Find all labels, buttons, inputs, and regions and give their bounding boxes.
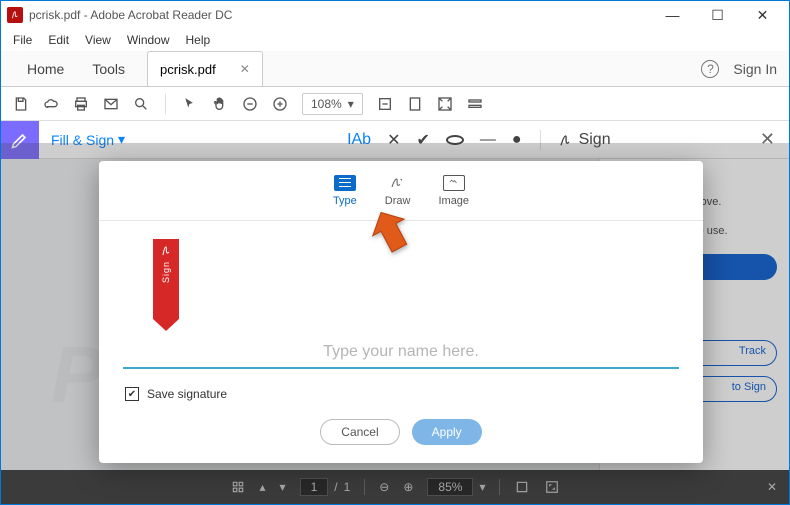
apply-button[interactable]: Apply <box>412 419 482 445</box>
menu-edit[interactable]: Edit <box>42 31 75 49</box>
sign-here-label: Sign <box>161 261 171 283</box>
tab-bar: Home Tools pcrisk.pdf ✕ ? Sign In <box>1 51 789 87</box>
close-button[interactable]: ✕ <box>740 1 785 29</box>
tab-draw-label: Draw <box>385 195 411 207</box>
keyboard-icon <box>334 175 356 191</box>
menu-help[interactable]: Help <box>180 31 217 49</box>
tab-type[interactable]: Type <box>333 175 357 207</box>
tab-draw[interactable]: Draw <box>385 175 411 207</box>
save-signature-label: Save signature <box>147 387 227 401</box>
help-icon[interactable]: ? <box>701 60 719 78</box>
menu-window[interactable]: Window <box>121 31 176 49</box>
main-toolbar: 108% ▾ <box>1 87 789 121</box>
draw-icon <box>387 175 409 191</box>
app-window: pcrisk.pdf - Adobe Acrobat Reader DC — ☐… <box>0 0 790 505</box>
mail-icon[interactable] <box>103 96 119 112</box>
chevron-down-icon: ▾ <box>348 97 354 111</box>
document-tab[interactable]: pcrisk.pdf ✕ <box>147 51 263 86</box>
sign-here-flag: Sign <box>153 239 179 319</box>
acrobat-icon <box>7 7 23 23</box>
image-icon <box>443 175 465 191</box>
zoom-select[interactable]: 108% ▾ <box>302 93 363 115</box>
nav-tools[interactable]: Tools <box>78 61 139 77</box>
window-title: pcrisk.pdf - Adobe Acrobat Reader DC <box>29 8 232 22</box>
maximize-button[interactable]: ☐ <box>695 1 740 29</box>
zoom-value: 108% <box>311 97 342 111</box>
search-icon[interactable] <box>133 96 149 112</box>
print-icon[interactable] <box>73 96 89 112</box>
menu-bar: File Edit View Window Help <box>1 29 789 51</box>
save-signature-checkbox[interactable]: ✔ <box>125 387 139 401</box>
menu-file[interactable]: File <box>7 31 38 49</box>
tab-image[interactable]: Image <box>438 175 469 207</box>
zoom-out-icon[interactable] <box>242 96 258 112</box>
fit-width-icon[interactable] <box>377 96 393 112</box>
zoom-in-icon[interactable] <box>272 96 288 112</box>
hand-icon[interactable] <box>212 96 228 112</box>
tutorial-arrow-icon <box>363 207 415 259</box>
tab-image-label: Image <box>438 195 469 207</box>
cancel-button[interactable]: Cancel <box>320 419 399 445</box>
nav-home[interactable]: Home <box>13 61 78 77</box>
minimize-button[interactable]: — <box>650 1 695 29</box>
read-mode-icon[interactable] <box>467 96 483 112</box>
cloud-icon[interactable] <box>43 96 59 112</box>
tab-close-icon[interactable]: ✕ <box>240 62 250 76</box>
fit-visible-icon[interactable] <box>437 96 453 112</box>
document-tab-label: pcrisk.pdf <box>160 62 216 77</box>
signature-placeholder: Type your name here. <box>123 343 679 361</box>
tab-type-label: Type <box>333 195 357 207</box>
title-bar: pcrisk.pdf - Adobe Acrobat Reader DC — ☐… <box>1 1 789 29</box>
save-icon[interactable] <box>13 96 29 112</box>
fit-page-icon[interactable] <box>407 96 423 112</box>
pointer-icon[interactable] <box>182 96 198 112</box>
menu-view[interactable]: View <box>79 31 117 49</box>
sign-in-link[interactable]: Sign In <box>733 61 777 77</box>
